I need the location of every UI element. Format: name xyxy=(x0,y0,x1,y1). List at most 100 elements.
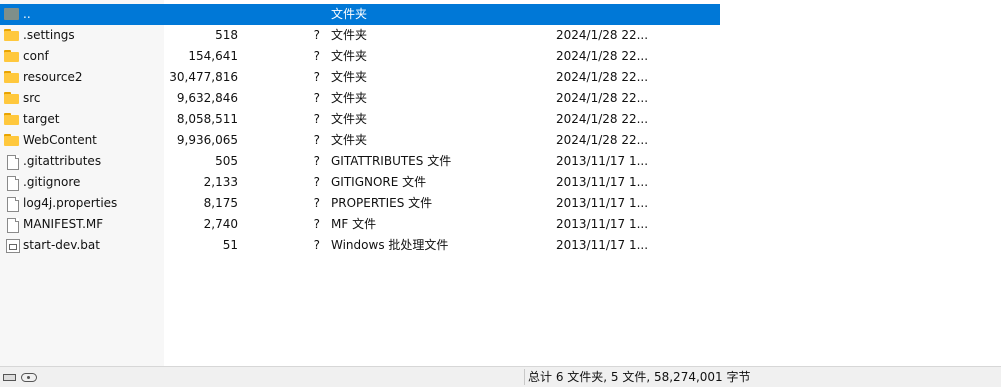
bat-file-icon xyxy=(6,239,20,253)
file-icon xyxy=(7,218,19,233)
folder-icon xyxy=(4,92,19,104)
row-icon-cell xyxy=(4,172,22,193)
folder-icon xyxy=(4,29,19,41)
file-date: 2024/1/28 22... xyxy=(556,70,649,84)
file-type: 文件夹 xyxy=(331,28,368,42)
file-row[interactable]: .settings 518? 文件夹 2024/1/28 22... xyxy=(0,25,720,46)
file-row[interactable]: start-dev.bat 51? Windows 批处理文件 2013/11/17 … xyxy=(0,235,720,256)
folder-icon xyxy=(4,50,19,62)
file-attr: ? xyxy=(313,217,320,231)
file-attr: ? xyxy=(313,196,320,210)
file-attr: ? xyxy=(313,133,320,147)
file-attr: ? xyxy=(313,49,320,63)
file-date: 2013/11/17 1... xyxy=(556,238,649,252)
file-size xyxy=(165,4,238,25)
row-icon-cell xyxy=(4,193,22,214)
file-date: 2024/1/28 22... xyxy=(556,112,649,126)
row-icon-cell xyxy=(4,151,22,172)
file-name: start-dev.bat xyxy=(23,238,100,252)
file-name: .settings xyxy=(23,28,75,42)
file-date xyxy=(556,4,666,25)
file-type: PROPERTIES 文件 xyxy=(331,196,433,210)
file-date: 2013/11/17 1... xyxy=(556,154,649,168)
file-icon xyxy=(7,176,19,191)
file-date: 2024/1/28 22... xyxy=(556,28,649,42)
file-name: .gitattributes xyxy=(23,154,102,168)
row-icon-cell xyxy=(4,67,22,88)
file-size: 2,133 xyxy=(203,175,238,189)
file-name: .gitignore xyxy=(23,175,81,189)
row-icon-cell xyxy=(4,25,22,46)
file-date: 2024/1/28 22... xyxy=(556,133,649,147)
file-size: 2,740 xyxy=(203,217,238,231)
file-row[interactable]: .gitattributes 505? GITATTRIBUTES 文件 2013/1… xyxy=(0,151,720,172)
file-date: 2013/11/17 1... xyxy=(556,217,649,231)
file-type: 文件夹 xyxy=(331,112,368,126)
file-type: MF 文件 xyxy=(331,217,377,231)
file-size: 154,641 xyxy=(188,49,238,63)
file-row[interactable]: MANIFEST.MF 2,740? MF 文件 2013/11/17 1... xyxy=(0,214,720,235)
file-size: 9,632,846 xyxy=(176,91,238,105)
file-row[interactable]: conf 154,641? 文件夹 2024/1/28 22... xyxy=(0,46,720,67)
file-type: 文件夹 xyxy=(331,133,368,147)
up-folder-icon xyxy=(4,8,19,20)
row-icon-cell xyxy=(4,46,22,67)
file-row[interactable]: log4j.properties 8,175? PROPERTIES 文件 2013/… xyxy=(0,193,720,214)
file-type: 文件夹 xyxy=(331,91,368,105)
file-size: 51 xyxy=(222,238,238,252)
file-attr: ? xyxy=(313,238,320,252)
file-row[interactable]: target 8,058,511? 文件夹 2024/1/28 22... xyxy=(0,109,720,130)
row-icon-cell xyxy=(4,235,22,256)
file-type: 文件夹 xyxy=(331,70,368,84)
folder-icon xyxy=(4,71,19,83)
file-attr: ? xyxy=(313,112,320,126)
network-icon[interactable] xyxy=(21,373,37,382)
file-type: Windows 批处理文件 xyxy=(331,238,449,252)
file-size: 8,058,511 xyxy=(176,112,238,126)
file-attr: ? xyxy=(313,91,320,105)
status-icons xyxy=(3,373,41,383)
file-name: conf xyxy=(23,49,49,63)
row-icon-cell xyxy=(4,4,22,25)
row-icon-cell xyxy=(4,214,22,235)
status-separator xyxy=(524,369,525,385)
drive-icon[interactable] xyxy=(3,374,16,381)
file-list-panel: .. 文件夹 .settings 518? 文件夹 2024/1/28 22... conf… xyxy=(0,0,1001,366)
file-attr: ? xyxy=(313,70,320,84)
file-type: 文件夹 xyxy=(331,7,368,21)
file-name: resource2 xyxy=(23,70,83,84)
file-type: 文件夹 xyxy=(331,49,368,63)
file-type: GITIGNORE 文件 xyxy=(331,175,427,189)
row-icon-cell xyxy=(4,88,22,109)
file-row[interactable]: .gitignore 2,133? GITIGNORE 文件 2013/11/17 1… xyxy=(0,172,720,193)
file-row[interactable]: .. 文件夹 xyxy=(0,4,720,25)
file-date: 2013/11/17 1... xyxy=(556,196,649,210)
file-name: log4j.properties xyxy=(23,196,118,210)
file-size: 30,477,816 xyxy=(169,70,238,84)
file-size: 8,175 xyxy=(203,196,238,210)
file-icon xyxy=(7,197,19,212)
folder-icon xyxy=(4,113,19,125)
file-icon xyxy=(7,155,19,170)
file-size: 9,936,065 xyxy=(176,133,238,147)
row-icon-cell xyxy=(4,130,22,151)
row-icon-cell xyxy=(4,109,22,130)
status-bar: 总计 6 文件夹, 5 文件, 58,274,001 字节 xyxy=(0,366,1001,387)
file-attr xyxy=(300,4,320,25)
file-row[interactable]: WebContent 9,936,065? 文件夹 2024/1/28 22... xyxy=(0,130,720,151)
file-attr: ? xyxy=(313,175,320,189)
status-summary: 总计 6 文件夹, 5 文件, 58,274,001 字节 xyxy=(528,370,751,384)
file-date: 2024/1/28 22... xyxy=(556,91,649,105)
file-attr: ? xyxy=(313,154,320,168)
file-row[interactable]: resource2 30,477,816? 文件夹 2024/1/28 22... xyxy=(0,67,720,88)
file-name: src xyxy=(23,91,41,105)
file-name: .. xyxy=(23,7,31,21)
file-type: GITATTRIBUTES 文件 xyxy=(331,154,452,168)
file-row[interactable]: src 9,632,846? 文件夹 2024/1/28 22... xyxy=(0,88,720,109)
file-size: 505 xyxy=(215,154,238,168)
file-name: target xyxy=(23,112,60,126)
folder-icon xyxy=(4,134,19,146)
file-list: .. 文件夹 .settings 518? 文件夹 2024/1/28 22... conf… xyxy=(0,4,720,256)
file-date: 2013/11/17 1... xyxy=(556,175,649,189)
file-attr: ? xyxy=(313,28,320,42)
